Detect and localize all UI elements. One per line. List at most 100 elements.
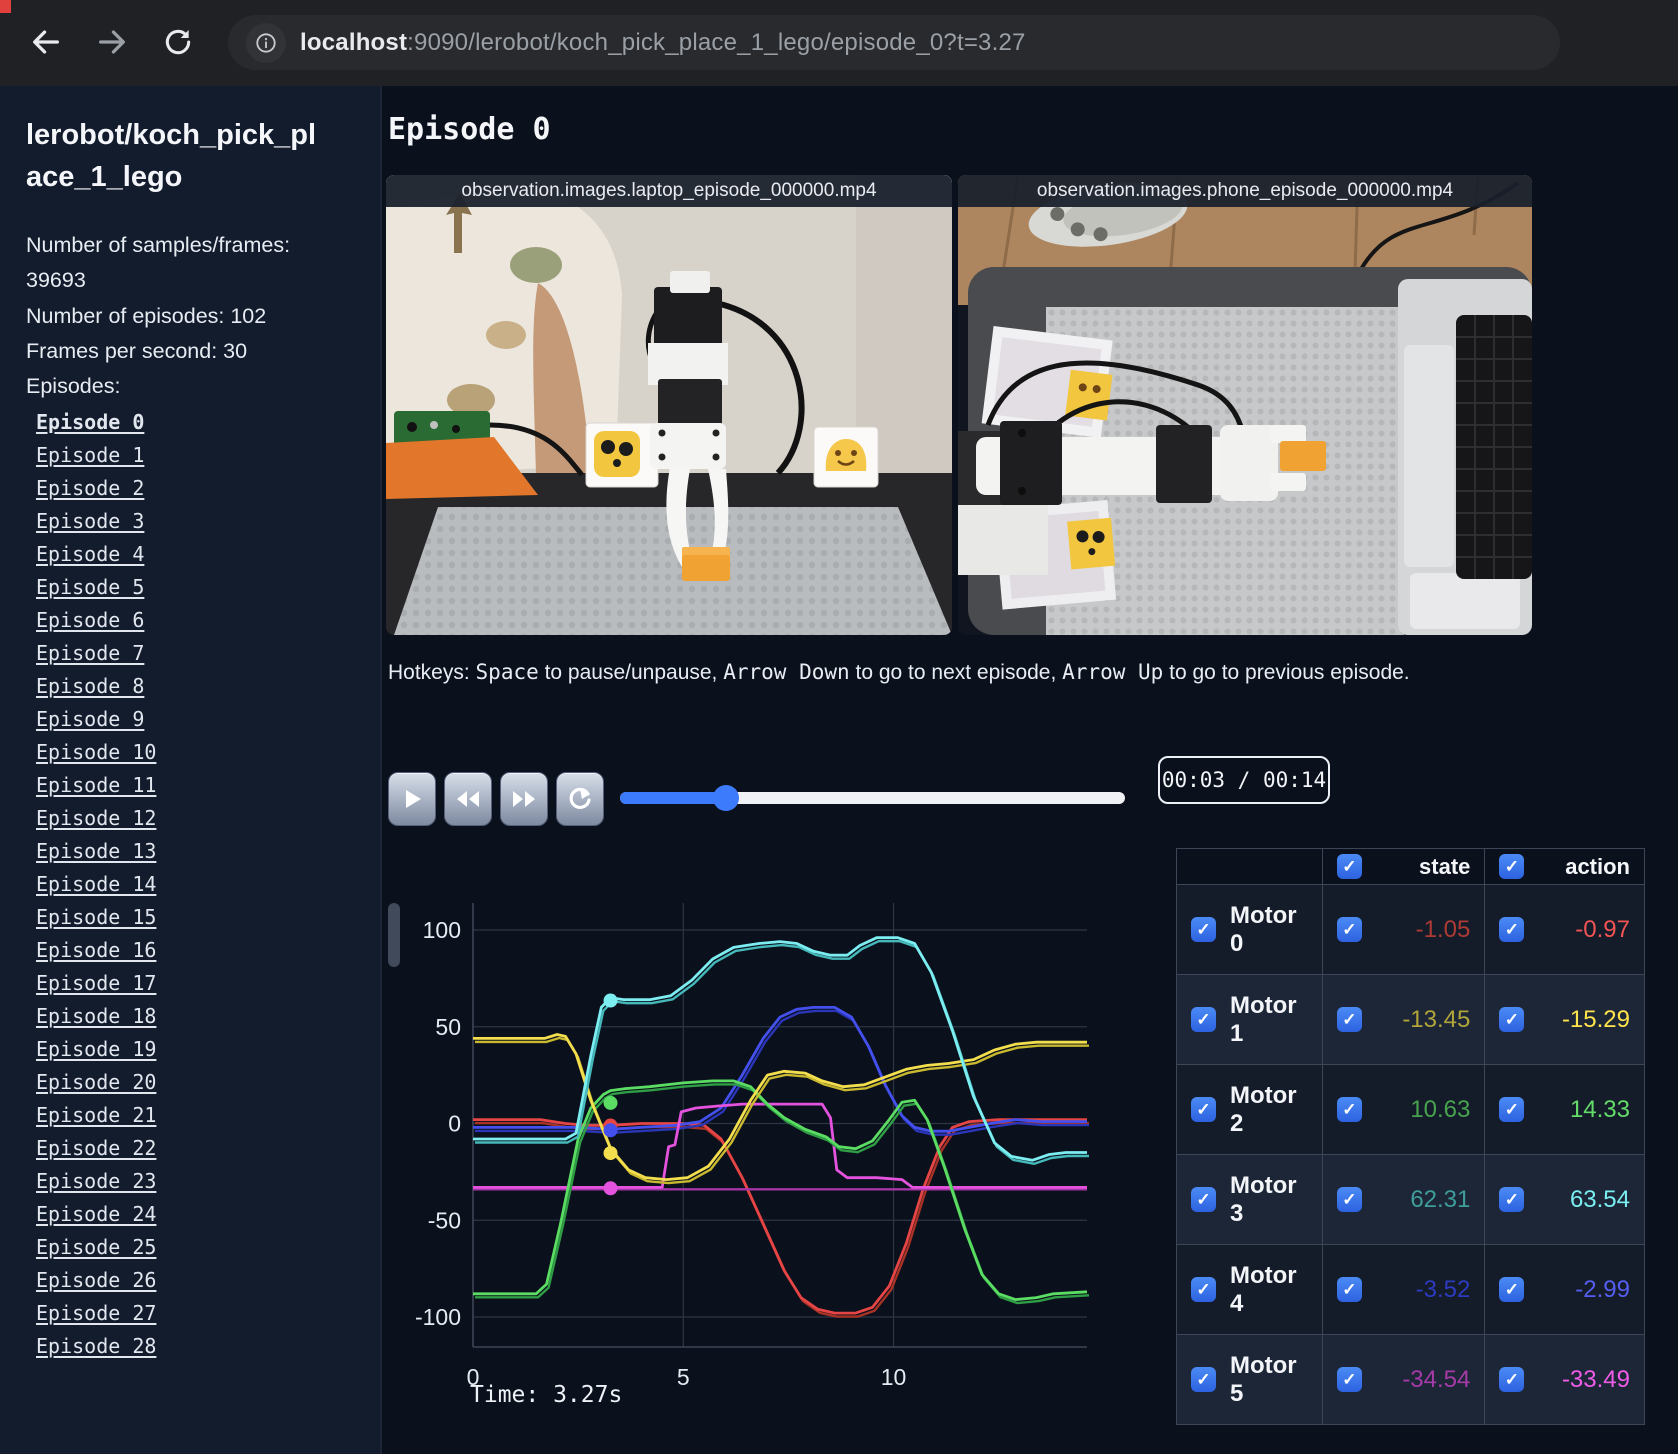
browser-forward-button[interactable] xyxy=(88,18,136,66)
motor-row-checkbox[interactable] xyxy=(1191,917,1216,942)
table-header-row: state action xyxy=(1176,848,1645,885)
action-value-checkbox[interactable] xyxy=(1499,1187,1525,1212)
sidebar-episode-link[interactable]: Episode 9 xyxy=(36,703,354,736)
sidebar-episode-link[interactable]: Episode 5 xyxy=(36,571,354,604)
svg-text:0: 0 xyxy=(448,1111,461,1137)
svg-text:100: 100 xyxy=(423,917,461,943)
motor-row-checkbox[interactable] xyxy=(1191,1187,1216,1212)
sidebar-episode-link[interactable]: Episode 15 xyxy=(36,901,354,934)
dataset-title: lerobot/koch_pick_place_1_lego xyxy=(26,119,317,194)
sidebar-episode-link[interactable]: Episode 4 xyxy=(36,538,354,571)
site-info-icon[interactable] xyxy=(246,22,286,63)
sidebar-episode-link[interactable]: Episode 2 xyxy=(36,472,354,505)
play-icon xyxy=(406,790,421,808)
sidebar-episode-link[interactable]: Episode 3 xyxy=(36,505,354,538)
time-display: 00:03 / 00:14 xyxy=(1158,756,1330,804)
video-title: observation.images.phone_episode_000000.… xyxy=(1036,180,1454,201)
motor-header-cell xyxy=(1176,848,1323,885)
sidebar-episode-link[interactable]: Episode 21 xyxy=(36,1099,354,1132)
url-path: :9090/lerobot/koch_pick_place_1_lego/epi… xyxy=(407,28,1026,56)
sidebar-episode-link[interactable]: Episode 12 xyxy=(36,802,354,835)
motor-row-checkbox[interactable] xyxy=(1191,1007,1216,1032)
window-corner-accent xyxy=(0,0,11,13)
sidebar-episode-link[interactable]: Episode 28 xyxy=(36,1330,354,1363)
play-button[interactable] xyxy=(388,772,436,826)
state-column-checkbox[interactable] xyxy=(1336,854,1362,879)
sidebar-episode-link[interactable]: Episode 14 xyxy=(36,868,354,901)
loop-icon xyxy=(569,787,591,809)
svg-text:10: 10 xyxy=(881,1364,907,1390)
sidebar-episode-link[interactable]: Episode 13 xyxy=(36,835,354,868)
state-value-checkbox[interactable] xyxy=(1336,1097,1362,1122)
sidebar-episode-link[interactable]: Episode 11 xyxy=(36,769,354,802)
stat-samples: Number of samples/frames: 39693 xyxy=(26,233,291,293)
motor-label: Motor 5 xyxy=(1230,1351,1297,1407)
state-header-cell: state xyxy=(1321,848,1486,885)
sidebar-episode-link[interactable]: Episode 8 xyxy=(36,670,354,703)
motor-chart[interactable]: 100 50 0 -50 -100 0 5 10 xyxy=(395,845,1095,1405)
sidebar-episode-link[interactable]: Episode 24 xyxy=(36,1198,354,1231)
sidebar-episode-link[interactable]: Episode 7 xyxy=(36,637,354,670)
rewind-button[interactable] xyxy=(444,772,492,826)
sidebar-episode-link[interactable]: Episode 1 xyxy=(36,439,354,472)
sidebar-episode-link[interactable]: Episode 10 xyxy=(36,736,354,769)
sidebar-episode-link[interactable]: Episode 17 xyxy=(36,967,354,1000)
hotkey-space: Space xyxy=(475,660,539,684)
browser-back-button[interactable] xyxy=(22,18,70,66)
action-value: -33.49 xyxy=(1561,1365,1630,1393)
state-value-checkbox[interactable] xyxy=(1336,1007,1362,1032)
sidebar-episode-link[interactable]: Episode 19 xyxy=(36,1033,354,1066)
video-panel-phone[interactable]: observation.images.phone_episode_000000.… xyxy=(958,175,1532,635)
action-value-checkbox[interactable] xyxy=(1499,1367,1525,1392)
sidebar-episode-link[interactable]: Episode 0 xyxy=(36,406,354,439)
sidebar-episode-link[interactable]: Episode 23 xyxy=(36,1165,354,1198)
action-value-checkbox[interactable] xyxy=(1499,1007,1525,1032)
fast-forward-icon xyxy=(513,791,535,807)
reload-icon xyxy=(165,29,191,55)
back-arrow-icon xyxy=(33,30,59,54)
motor-row-checkbox[interactable] xyxy=(1191,1277,1216,1302)
sidebar-episode-link[interactable]: Episode 22 xyxy=(36,1132,354,1165)
video-progress-slider[interactable] xyxy=(620,785,1125,811)
state-value-checkbox[interactable] xyxy=(1336,917,1362,942)
sidebar-episode-link[interactable]: Episode 20 xyxy=(36,1066,354,1099)
sidebar-episode-link[interactable]: Episode 6 xyxy=(36,604,354,637)
loop-button[interactable] xyxy=(556,772,604,826)
info-icon xyxy=(256,32,276,53)
action-value-checkbox[interactable] xyxy=(1499,1277,1525,1302)
sidebar-episode-link[interactable]: Episode 27 xyxy=(36,1297,354,1330)
fast-forward-button[interactable] xyxy=(500,772,548,826)
svg-text:-50: -50 xyxy=(428,1207,461,1233)
motor-table-row: Motor 4 -3.52 -2.99 xyxy=(1176,1244,1645,1335)
state-value-checkbox[interactable] xyxy=(1336,1367,1362,1392)
motor-table: state action Motor 0 -1.05 -0.97 Motor 1 -13… xyxy=(1176,848,1645,1425)
action-value: -2.99 xyxy=(1575,1275,1630,1303)
address-bar[interactable]: localhost:9090/lerobot/koch_pick_place_1… xyxy=(228,15,1560,70)
motor-row-checkbox[interactable] xyxy=(1191,1097,1216,1122)
state-value: -13.45 xyxy=(1402,1005,1471,1033)
action-header-cell: action xyxy=(1484,848,1645,885)
sidebar-episode-link[interactable]: Episode 16 xyxy=(36,934,354,967)
state-value: 10.63 xyxy=(1410,1095,1471,1123)
browser-reload-button[interactable] xyxy=(154,18,202,66)
slider-knob[interactable] xyxy=(713,785,740,811)
sidebar-episode-link[interactable]: Episode 25 xyxy=(36,1231,354,1264)
state-value-checkbox[interactable] xyxy=(1336,1187,1362,1212)
motor-label: Motor 4 xyxy=(1230,1261,1297,1317)
dataset-stats: Number of samples/frames: 39693 Number o… xyxy=(26,228,328,404)
chart-time-label: Time: 3.27s xyxy=(470,1382,623,1408)
hotkeys-text2: to go to next episode, xyxy=(849,661,1063,684)
episodes-label: Episodes: xyxy=(26,374,121,399)
hotkey-arrow-down: Arrow Down xyxy=(723,660,850,684)
state-value-checkbox[interactable] xyxy=(1336,1277,1362,1302)
action-value-checkbox[interactable] xyxy=(1499,1097,1525,1122)
sidebar-episode-link[interactable]: Episode 26 xyxy=(36,1264,354,1297)
browser-chrome: localhost:9090/lerobot/koch_pick_place_1… xyxy=(0,0,1678,86)
action-value: -0.97 xyxy=(1575,915,1630,943)
action-value-checkbox[interactable] xyxy=(1499,917,1525,942)
action-column-checkbox[interactable] xyxy=(1499,854,1525,879)
motor-row-checkbox[interactable] xyxy=(1191,1367,1216,1392)
phone-camera-frame xyxy=(958,175,1532,635)
sidebar-episode-link[interactable]: Episode 18 xyxy=(36,1000,354,1033)
video-panel-laptop[interactable]: observation.images.laptop_episode_000000… xyxy=(386,175,952,635)
